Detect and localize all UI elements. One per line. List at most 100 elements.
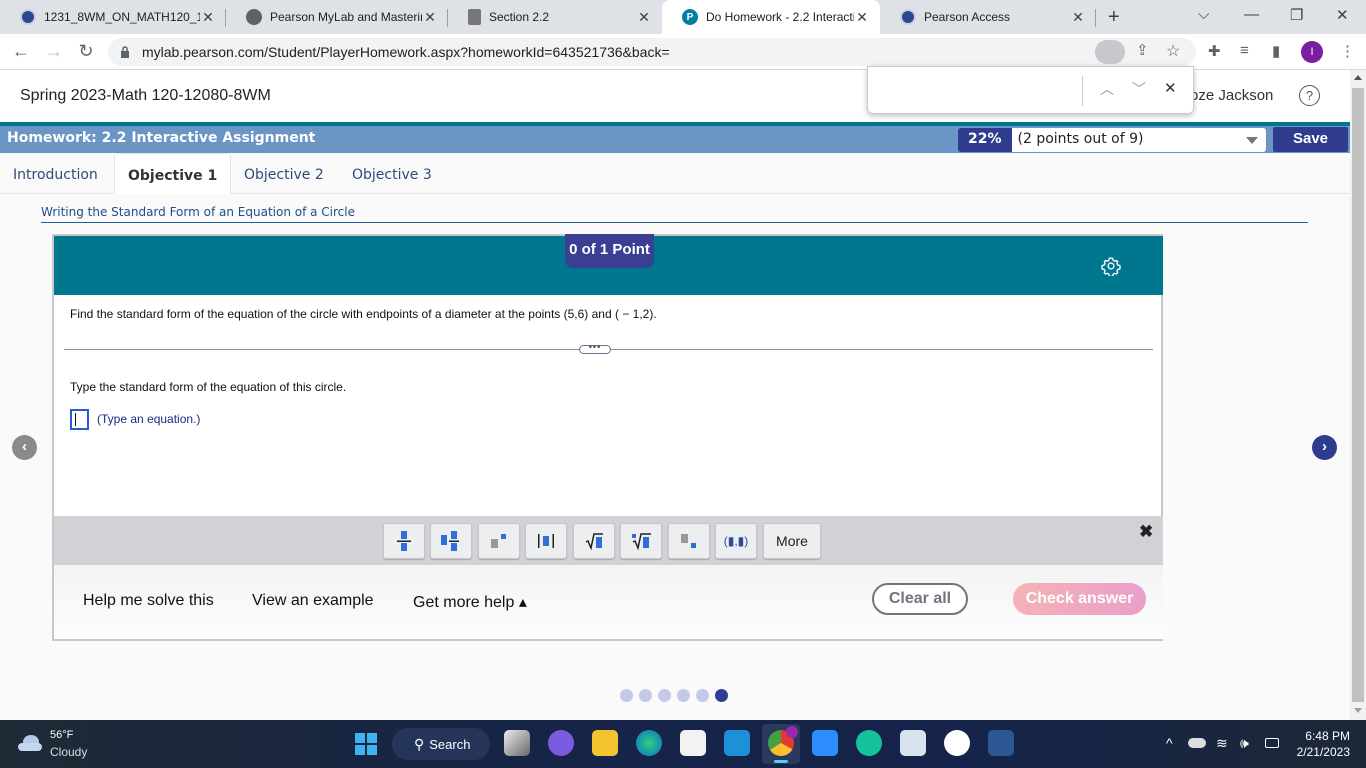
window-close-icon[interactable]: ✕ [1336, 6, 1349, 24]
close-tab-icon[interactable]: ✕ [422, 9, 438, 26]
system-clock[interactable]: 6:48 PM 2/21/2023 [1290, 728, 1350, 760]
progress-dot[interactable] [620, 689, 633, 702]
battery-icon[interactable] [1265, 738, 1279, 748]
share-icon[interactable]: ⇪ [1136, 41, 1149, 59]
save-button[interactable]: Save [1273, 127, 1348, 152]
itunes-icon[interactable] [944, 730, 970, 756]
teams-chat-icon[interactable] [548, 730, 574, 756]
edge-browser-icon[interactable] [636, 730, 662, 756]
find-previous-icon[interactable]: ︿ [1100, 79, 1114, 99]
close-tab-icon[interactable]: ✕ [1070, 9, 1086, 26]
find-input[interactable] [872, 75, 1078, 105]
progress-dot[interactable] [696, 689, 709, 702]
address-bar[interactable]: mylab.pearson.com/Student/PlayerHomework… [108, 38, 1196, 66]
media-control-icon[interactable]: ≡ [1240, 42, 1249, 59]
back-icon[interactable]: ← [10, 41, 32, 62]
more-button[interactable]: More [763, 523, 821, 559]
file-explorer-icon[interactable] [592, 730, 618, 756]
pearson-p-icon: P [682, 9, 698, 25]
find-next-icon[interactable]: ﹀ [1132, 79, 1146, 99]
forward-icon[interactable]: → [43, 41, 65, 62]
close-tab-icon[interactable]: ✕ [200, 9, 216, 26]
help-me-solve-link[interactable]: Help me solve this [83, 592, 214, 610]
objective-title: Writing the Standard Form of an Equation… [41, 205, 1308, 223]
get-more-help-link[interactable]: Get more help ▴ [413, 592, 527, 612]
page-scrollbar[interactable] [1350, 70, 1366, 720]
new-tab-button[interactable]: + [1108, 6, 1120, 29]
tab-objective-3[interactable]: Objective 3 [339, 153, 445, 194]
scroll-up-arrow[interactable] [1354, 75, 1362, 80]
browser-tab-active[interactable]: P Do Homework - 2.2 Interactiv ✕ [662, 0, 880, 34]
globe-icon [246, 9, 262, 25]
show-hidden-icons[interactable]: ^ [1166, 735, 1173, 751]
subscript-button[interactable] [668, 523, 710, 559]
chevron-down-icon [1245, 137, 1258, 144]
mixed-number-button[interactable] [430, 523, 472, 559]
find-in-page-icon[interactable] [1095, 40, 1125, 64]
nth-root-button[interactable] [620, 523, 662, 559]
gear-icon[interactable] [1101, 256, 1121, 276]
taskbar-search[interactable]: ⚲ Search [392, 728, 490, 760]
cloud-weather-icon[interactable] [16, 734, 44, 752]
bookmark-star-icon[interactable]: ☆ [1166, 41, 1180, 61]
extensions-icon[interactable]: ✚ [1208, 42, 1221, 60]
tab-objective-2[interactable]: Objective 2 [231, 153, 337, 194]
answer-hint: (Type an equation.) [97, 412, 201, 426]
fraction-button[interactable] [383, 523, 425, 559]
expand-ellipsis-button[interactable]: ••• [579, 343, 611, 354]
restore-icon[interactable]: ❐ [1290, 6, 1303, 24]
windows-start-icon[interactable] [355, 733, 377, 755]
exponent-button[interactable] [478, 523, 520, 559]
tab-separator [1095, 9, 1096, 27]
score-dropdown[interactable]: (2 points out of 9) [1011, 128, 1266, 152]
find-close-icon[interactable]: ✕ [1164, 79, 1177, 97]
progress-dot[interactable] [639, 689, 652, 702]
user-name[interactable]: oze Jackson [1190, 87, 1273, 104]
tab-objective-1[interactable]: Objective 1 [114, 153, 232, 194]
zoom-icon[interactable] [812, 730, 838, 756]
grammarly-icon[interactable] [856, 730, 882, 756]
profile-avatar[interactable]: I [1301, 41, 1323, 63]
lock-icon [121, 46, 129, 58]
previous-question-button[interactable]: ‹ [12, 435, 37, 460]
close-tab-icon[interactable]: ✕ [854, 9, 870, 26]
document-app-icon[interactable] [900, 730, 926, 756]
browser-tab[interactable]: Pearson MyLab and Masterin ✕ [226, 0, 448, 34]
close-tab-icon[interactable]: ✕ [636, 9, 652, 26]
minimize-icon[interactable]: — [1244, 6, 1259, 23]
score-selector[interactable]: 22% (2 points out of 9) [958, 128, 1266, 152]
progress-dot[interactable] [715, 689, 728, 702]
scroll-down-arrow[interactable] [1354, 708, 1362, 713]
task-view-icon[interactable] [504, 730, 530, 756]
check-answer-button[interactable]: Check answer [1013, 583, 1146, 615]
side-panel-icon[interactable]: ▮ [1272, 42, 1280, 60]
browser-tab[interactable]: 1231_8WM_ON_MATH120_1 ✕ [0, 0, 226, 34]
ordered-pair-button[interactable]: (▮,▮) [715, 523, 757, 559]
wifi-icon[interactable]: ≋ [1216, 735, 1228, 752]
progress-dot[interactable] [677, 689, 690, 702]
onedrive-icon[interactable] [1188, 738, 1206, 748]
question-prompt: Find the standard form of the equation o… [70, 307, 657, 321]
scroll-thumb[interactable] [1352, 88, 1364, 702]
microsoft-store-icon[interactable] [680, 730, 706, 756]
help-icon[interactable]: ? [1299, 85, 1320, 106]
browser-menu-icon[interactable]: ⋮ [1340, 42, 1355, 60]
absolute-value-button[interactable] [525, 523, 567, 559]
mail-icon[interactable] [724, 730, 750, 756]
answer-input[interactable] [70, 409, 89, 430]
square-root-button[interactable] [573, 523, 615, 559]
clear-all-button[interactable]: Clear all [872, 583, 968, 615]
active-app-indicator [774, 760, 788, 763]
browser-tab[interactable]: Pearson Access ✕ [880, 0, 1096, 34]
browser-tab[interactable]: Section 2.2 ✕ [448, 0, 662, 34]
tab-search-icon[interactable]: ⌵ [1198, 6, 1209, 23]
answer-instruction: Type the standard form of the equation o… [70, 380, 347, 394]
reload-icon[interactable]: ↻ [75, 41, 97, 62]
view-example-link[interactable]: View an example [252, 592, 374, 610]
volume-icon[interactable]: 🕪 [1240, 735, 1249, 752]
word-icon[interactable] [988, 730, 1014, 756]
tab-introduction[interactable]: Introduction [0, 153, 111, 194]
progress-dot[interactable] [658, 689, 671, 702]
next-question-button[interactable]: › [1312, 435, 1337, 460]
close-palette-icon[interactable]: ✖ [1139, 522, 1153, 542]
